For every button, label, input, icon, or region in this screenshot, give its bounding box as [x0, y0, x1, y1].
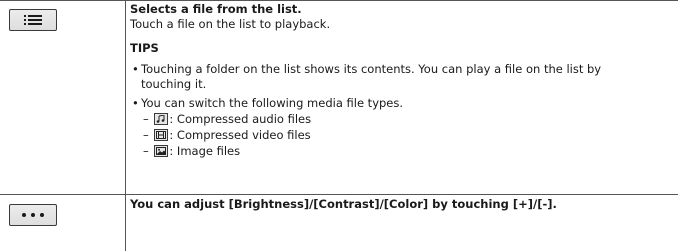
row2-heading: You can adjust [Brightness]/[Contrast]/[… — [130, 197, 557, 211]
manual-table: Selects a file from the list. Touch a fi… — [0, 0, 678, 251]
tip-text-line1: Touching a folder on the list shows its … — [141, 62, 602, 76]
image-icon — [154, 145, 169, 157]
media-type-item: – : Compressed audio files — [143, 112, 311, 126]
media-type-label: : Compressed audio files — [169, 112, 312, 126]
dash: – — [143, 128, 149, 142]
tips-title: TIPS — [130, 41, 159, 55]
row1-heading: Selects a file from the list. — [130, 2, 302, 16]
music-note-icon — [154, 113, 169, 125]
media-type-label: : Image files — [169, 144, 241, 158]
tip-text-line2: touching it. — [141, 77, 207, 91]
media-type-label: : Compressed video files — [169, 128, 311, 142]
row-divider — [0, 194, 678, 195]
media-type-item: – : Compressed video files — [143, 128, 311, 142]
list-menu-icon[interactable] — [9, 9, 57, 31]
tip-bullet: • — [132, 62, 139, 76]
table-border-top — [0, 0, 678, 1]
more-options-icon[interactable] — [9, 204, 57, 226]
tip-bullet: • — [132, 96, 139, 110]
column-divider — [125, 0, 126, 251]
media-type-item: – : Image files — [143, 144, 240, 158]
dash: – — [143, 144, 149, 158]
row1-description: Touch a file on the list to playback. — [130, 17, 331, 31]
tip-text-line1: You can switch the following media file … — [141, 96, 404, 110]
film-icon — [154, 129, 169, 141]
dash: – — [143, 112, 149, 126]
